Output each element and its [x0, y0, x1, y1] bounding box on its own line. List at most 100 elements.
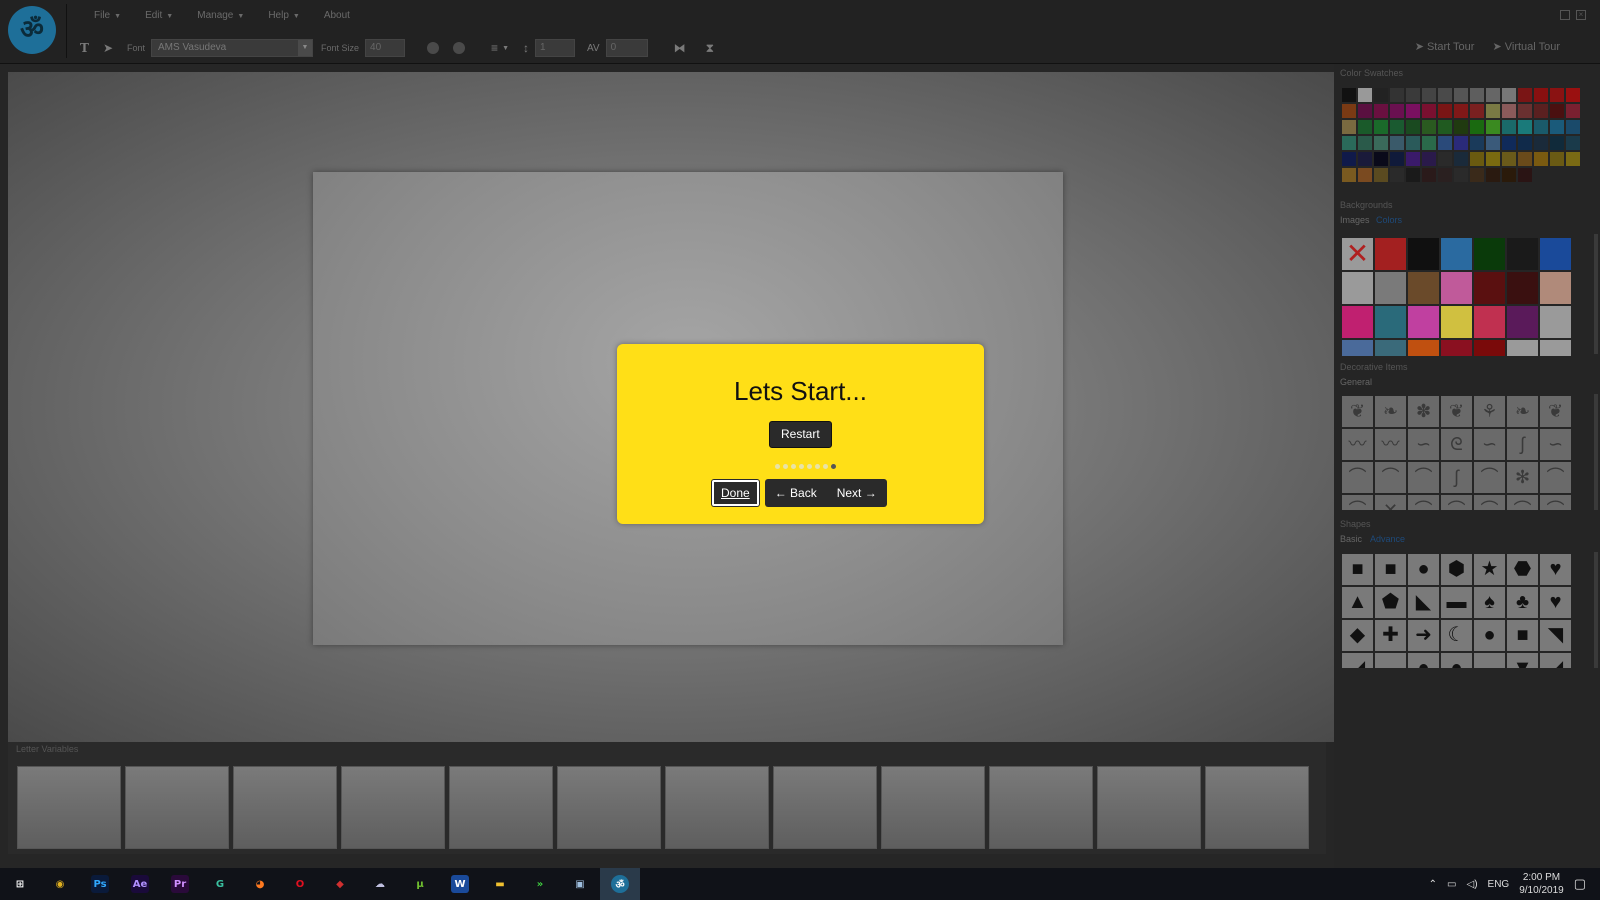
- color-swatch[interactable]: [1454, 88, 1468, 102]
- color-swatch[interactable]: [1374, 88, 1388, 102]
- decorative-item[interactable]: ⌒: [1342, 462, 1373, 493]
- color-swatch[interactable]: [1422, 168, 1436, 182]
- background-thumbnail[interactable]: [1474, 306, 1505, 338]
- color-swatch[interactable]: [1438, 136, 1452, 150]
- color-swatch[interactable]: [1518, 120, 1532, 134]
- color-swatch[interactable]: [1486, 104, 1500, 118]
- shape-item[interactable]: ♥: [1540, 587, 1571, 618]
- color-swatch[interactable]: [1358, 136, 1372, 150]
- flip-horizontal-icon[interactable]: ⧓: [674, 41, 686, 55]
- color-swatch[interactable]: [1406, 168, 1420, 182]
- color-swatch[interactable]: [1502, 104, 1516, 118]
- color-swatch[interactable]: [1518, 168, 1532, 182]
- color-swatch[interactable]: [1534, 104, 1548, 118]
- menu-file[interactable]: File ▼: [82, 8, 133, 24]
- color-swatch[interactable]: [1534, 136, 1548, 150]
- letter-variable-slot[interactable]: [665, 766, 769, 849]
- color-swatch[interactable]: [1406, 152, 1420, 166]
- shape-item[interactable]: ⬣: [1507, 554, 1538, 585]
- color-swatch[interactable]: [1438, 168, 1452, 182]
- background-thumbnail[interactable]: [1474, 272, 1505, 304]
- decorative-item[interactable]: ∽: [1540, 429, 1571, 460]
- shape-item[interactable]: ■: [1342, 554, 1373, 585]
- maximize-icon[interactable]: [1560, 10, 1570, 20]
- color-swatch[interactable]: [1502, 88, 1516, 102]
- color-swatch[interactable]: [1390, 88, 1404, 102]
- menu-help[interactable]: Help ▼: [256, 8, 312, 24]
- tab-colors[interactable]: Colors: [1376, 215, 1402, 225]
- color-swatch[interactable]: [1550, 88, 1564, 102]
- color-swatch[interactable]: [1486, 168, 1500, 182]
- color-swatch[interactable]: [1550, 104, 1564, 118]
- no-background-icon[interactable]: ✕: [1342, 238, 1373, 270]
- letter-spacing-input[interactable]: 0: [605, 39, 648, 57]
- color-swatch[interactable]: [1358, 104, 1372, 118]
- app-logo[interactable]: ॐ: [8, 6, 56, 54]
- decorative-item[interactable]: ❦: [1540, 396, 1571, 427]
- color-swatch[interactable]: [1390, 136, 1404, 150]
- decorative-item[interactable]: ∽: [1408, 429, 1439, 460]
- background-thumbnail[interactable]: [1441, 340, 1472, 356]
- color-swatch[interactable]: [1486, 120, 1500, 134]
- tab-general[interactable]: General: [1340, 377, 1372, 387]
- shape-item[interactable]: ♠: [1474, 587, 1505, 618]
- background-thumbnail[interactable]: [1342, 272, 1373, 304]
- background-thumbnail[interactable]: [1507, 306, 1538, 338]
- shape-item[interactable]: ●: [1474, 620, 1505, 651]
- color-swatch[interactable]: [1358, 88, 1372, 102]
- color-swatch[interactable]: [1422, 104, 1436, 118]
- color-swatch[interactable]: [1454, 152, 1468, 166]
- premiere-taskbar-button[interactable]: Pr: [160, 868, 200, 900]
- color-swatch[interactable]: [1454, 168, 1468, 182]
- line-height-input[interactable]: 1: [535, 39, 575, 57]
- decorative-item[interactable]: ⌒: [1408, 495, 1439, 510]
- color-swatch[interactable]: [1566, 120, 1580, 134]
- color-swatch[interactable]: [1470, 152, 1484, 166]
- background-thumbnail[interactable]: [1408, 340, 1439, 356]
- color-swatch[interactable]: [1342, 104, 1356, 118]
- after-effects-taskbar-button[interactable]: Ae: [120, 868, 160, 900]
- decorative-item[interactable]: ❦: [1441, 396, 1472, 427]
- color-swatch[interactable]: [1342, 136, 1356, 150]
- background-thumbnail[interactable]: [1540, 306, 1571, 338]
- color-swatch[interactable]: [1566, 136, 1580, 150]
- color-swatch[interactable]: [1502, 136, 1516, 150]
- background-thumbnail[interactable]: [1342, 306, 1373, 338]
- decorative-item[interactable]: ✻: [1507, 462, 1538, 493]
- background-thumbnail[interactable]: [1342, 340, 1373, 356]
- background-thumbnail[interactable]: [1375, 306, 1406, 338]
- shape-item[interactable]: ●: [1408, 554, 1439, 585]
- shape-item[interactable]: ▲: [1342, 587, 1373, 618]
- decorative-item[interactable]: ⌒: [1540, 495, 1571, 510]
- background-thumbnail[interactable]: [1408, 238, 1439, 270]
- shape-item[interactable]: ▬: [1474, 653, 1505, 668]
- shapes-scrollbar[interactable]: [1594, 552, 1598, 668]
- decorative-item[interactable]: ⌒: [1408, 462, 1439, 493]
- color-swatch[interactable]: [1374, 104, 1388, 118]
- color-swatch[interactable]: [1358, 120, 1372, 134]
- color-swatch[interactable]: [1438, 104, 1452, 118]
- background-thumbnail[interactable]: [1474, 340, 1505, 356]
- virtual-tour-link[interactable]: ➤ Virtual Tour: [1492, 40, 1560, 53]
- utorrent-taskbar-button[interactable]: μ: [400, 868, 440, 900]
- background-thumbnail[interactable]: [1375, 272, 1406, 304]
- next-button[interactable]: Next →: [827, 479, 887, 507]
- decorative-item[interactable]: ❧: [1375, 396, 1406, 427]
- color-swatch[interactable]: [1422, 136, 1436, 150]
- decorative-item[interactable]: ʃ: [1507, 429, 1538, 460]
- shape-item[interactable]: ♣: [1507, 587, 1538, 618]
- color-swatch[interactable]: [1534, 120, 1548, 134]
- color-swatch[interactable]: [1486, 152, 1500, 166]
- image-viewer-taskbar-button[interactable]: ▣: [560, 868, 600, 900]
- color-swatch[interactable]: [1454, 136, 1468, 150]
- letter-variable-slot[interactable]: [233, 766, 337, 849]
- color-swatch[interactable]: [1438, 120, 1452, 134]
- color-swatch[interactable]: [1502, 168, 1516, 182]
- letter-variable-slot[interactable]: [1205, 766, 1309, 849]
- color-swatch[interactable]: [1566, 88, 1580, 102]
- text-tool-icon[interactable]: T: [80, 41, 89, 55]
- letter-variable-slot[interactable]: [989, 766, 1093, 849]
- shape-item[interactable]: ⬟: [1375, 587, 1406, 618]
- flip-vertical-icon[interactable]: ⧗: [706, 41, 714, 56]
- color-swatch[interactable]: [1550, 120, 1564, 134]
